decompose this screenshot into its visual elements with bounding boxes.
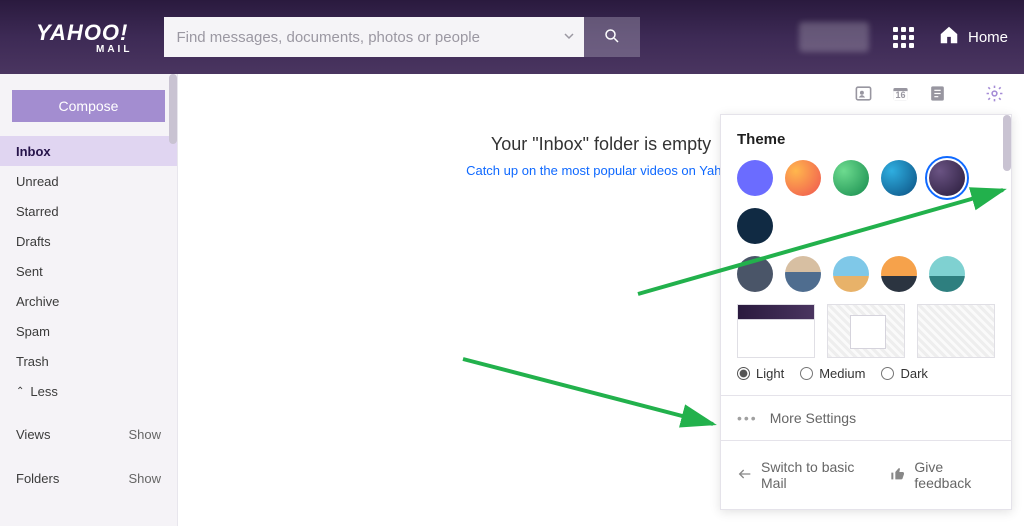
theme-swatch-image[interactable]	[881, 256, 917, 292]
feedback-label: Give feedback	[914, 459, 995, 491]
sidebar-item-archive[interactable]: Archive	[0, 286, 177, 316]
sidebar-folders-show[interactable]: Show	[128, 471, 161, 486]
theme-swatch-image[interactable]	[833, 256, 869, 292]
more-settings-label: More Settings	[770, 410, 856, 426]
contacts-icon[interactable]	[854, 84, 873, 103]
sidebar-item-starred[interactable]: Starred	[0, 196, 177, 226]
more-icon: •••	[737, 410, 758, 426]
thumbs-up-icon	[890, 466, 906, 485]
theme-swatch-selected[interactable]	[929, 160, 965, 196]
search-icon	[603, 27, 621, 48]
sidebar-item-label: Starred	[16, 204, 59, 219]
notes-icon[interactable]	[928, 84, 947, 103]
radio-label: Dark	[900, 366, 927, 381]
calendar-badge: 16	[891, 90, 910, 100]
panel-scrollbar[interactable]	[1003, 115, 1011, 171]
home-icon	[938, 24, 960, 51]
theme-mode-radios: Light Medium Dark	[737, 366, 995, 381]
chevron-up-icon: ⌃	[16, 386, 24, 397]
panel-footer: Switch to basic Mail Give feedback	[721, 440, 1011, 509]
more-settings-link[interactable]: ••• More Settings	[721, 395, 1011, 440]
sidebar-item-unread[interactable]: Unread	[0, 166, 177, 196]
arrow-left-icon	[737, 466, 753, 485]
yahoo-mail-logo[interactable]: YAHOO! MAIL	[36, 20, 132, 55]
logo-sub-text: MAIL	[96, 44, 132, 55]
search-input[interactable]	[164, 17, 554, 57]
sidebar-item-drafts[interactable]: Drafts	[0, 226, 177, 256]
radio-label: Light	[756, 366, 784, 381]
calendar-icon[interactable]: 16	[891, 84, 910, 103]
theme-layout-previews	[737, 304, 995, 358]
chevron-down-icon	[564, 31, 574, 44]
theme-mode-light[interactable]: Light	[737, 366, 784, 381]
sidebar-views-section: Views Show	[0, 418, 177, 450]
theme-mode-medium[interactable]: Medium	[800, 366, 865, 381]
search-scope-dropdown[interactable]	[554, 17, 584, 57]
settings-panel: Theme	[720, 114, 1012, 510]
give-feedback[interactable]: Give feedback	[890, 459, 995, 491]
theme-swatch-image[interactable]	[785, 256, 821, 292]
search-button[interactable]	[584, 17, 640, 57]
theme-mode-dark[interactable]: Dark	[881, 366, 927, 381]
main-content: 16 Your "Inbox" folder is empty Catch up…	[178, 74, 1024, 526]
sidebar-section-label: Views	[16, 427, 50, 442]
app-body: Compose Inbox Unread Starred Drafts Sent…	[0, 74, 1024, 526]
theme-swatch[interactable]	[833, 160, 869, 196]
layout-preview-light[interactable]	[737, 304, 815, 358]
sidebar-less-toggle[interactable]: ⌃ Less	[0, 376, 177, 406]
theme-swatches-row1	[737, 160, 995, 244]
home-link[interactable]: Home	[938, 24, 1008, 51]
theme-swatch[interactable]	[737, 208, 773, 244]
sidebar-item-label: Sent	[16, 264, 43, 279]
sidebar-item-label: Trash	[16, 354, 49, 369]
user-account-avatar[interactable]	[799, 22, 869, 52]
app-header: YAHOO! MAIL Home	[0, 0, 1024, 74]
theme-heading: Theme	[737, 131, 995, 148]
settings-gear-icon[interactable]	[985, 84, 1004, 103]
theme-swatch[interactable]	[737, 256, 773, 292]
switch-basic-label: Switch to basic Mail	[761, 459, 872, 491]
sidebar-scrollbar[interactable]	[169, 74, 177, 144]
sidebar-folders-section: Folders Show	[0, 462, 177, 494]
sidebar-item-inbox[interactable]: Inbox	[0, 136, 177, 166]
sidebar-section-label: Folders	[16, 471, 59, 486]
sidebar-views-show[interactable]: Show	[128, 427, 161, 442]
theme-swatch[interactable]	[785, 160, 821, 196]
sidebar-less-label: Less	[30, 384, 57, 399]
theme-swatches-row2	[737, 256, 995, 292]
home-label: Home	[968, 29, 1008, 46]
layout-preview-dark[interactable]	[917, 304, 995, 358]
compose-button[interactable]: Compose	[12, 90, 165, 122]
right-icon-bar: 16	[854, 84, 1004, 103]
sidebar-item-sent[interactable]: Sent	[0, 256, 177, 286]
layout-preview-medium[interactable]	[827, 304, 905, 358]
theme-swatch-image[interactable]	[929, 256, 965, 292]
apps-menu-icon[interactable]	[893, 27, 914, 48]
header-right: Home	[799, 22, 1008, 52]
sidebar-item-label: Drafts	[16, 234, 51, 249]
theme-swatch[interactable]	[737, 160, 773, 196]
sidebar-item-spam[interactable]: Spam	[0, 316, 177, 346]
sidebar-item-label: Inbox	[16, 144, 51, 159]
sidebar: Compose Inbox Unread Starred Drafts Sent…	[0, 74, 178, 526]
sidebar-item-label: Spam	[16, 324, 50, 339]
sidebar-item-label: Unread	[16, 174, 59, 189]
sidebar-item-label: Archive	[16, 294, 59, 309]
sidebar-item-trash[interactable]: Trash	[0, 346, 177, 376]
search-box	[164, 17, 640, 57]
logo-main-text: YAHOO!	[36, 20, 128, 46]
switch-basic-mail[interactable]: Switch to basic Mail	[737, 459, 872, 491]
radio-label: Medium	[819, 366, 865, 381]
theme-swatch[interactable]	[881, 160, 917, 196]
annotation-arrow	[458, 354, 728, 434]
